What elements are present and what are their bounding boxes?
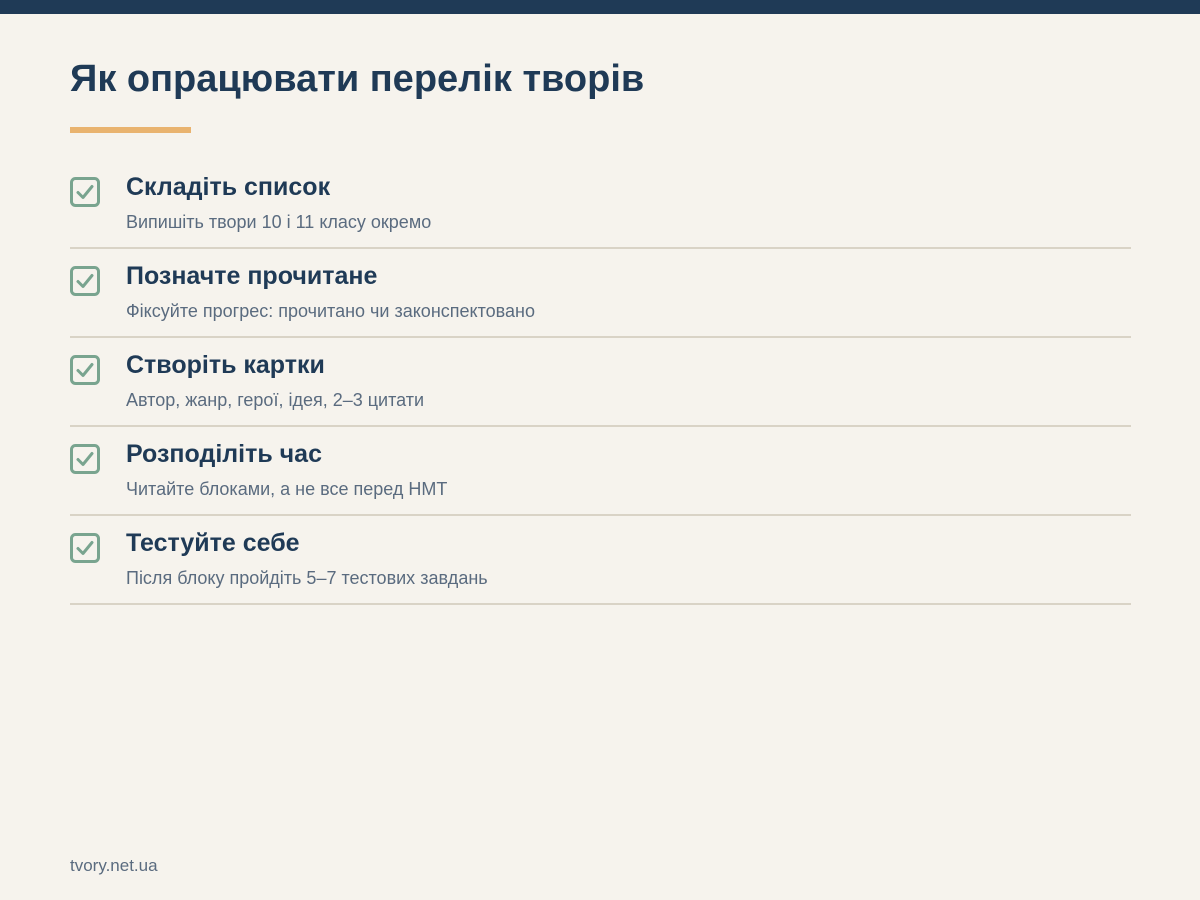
checklist-item-description: Автор, жанр, герої, ідея, 2–3 цитати [126, 390, 425, 410]
checklist-item-title: Створіть картки [126, 351, 325, 379]
checkbox-checked-icon [70, 177, 100, 207]
checklist-item-title: Тестуйте себе [126, 529, 300, 557]
top-bar [0, 0, 1200, 14]
checklist-item-title: Складіть список [126, 173, 331, 201]
checkbox-checked-icon [70, 533, 100, 563]
checklist-item-title: Розподіліть час [126, 440, 322, 468]
checklist-item: Позначте прочитане Фіксуйте прогрес: про… [70, 249, 1131, 338]
title-accent-line [70, 127, 191, 133]
page-title: Як опрацювати перелік творів [70, 58, 645, 100]
checklist-item-description: Випишіть твори 10 і 11 класу окремо [126, 212, 432, 232]
checklist-item: Складіть список Випишіть твори 10 і 11 к… [70, 160, 1131, 249]
checkbox-checked-icon [70, 355, 100, 385]
checklist-item-description: Після блоку пройдіть 5–7 тестових завдан… [126, 568, 488, 588]
checklist-item: Створіть картки Автор, жанр, герої, ідея… [70, 338, 1131, 427]
checkbox-checked-icon [70, 266, 100, 296]
footer-site-name: tvory.net.ua [70, 856, 158, 875]
checklist-item: Тестуйте себе Після блоку пройдіть 5–7 т… [70, 516, 1131, 605]
checklist-item-title: Позначте прочитане [126, 262, 378, 290]
checklist-item: Розподіліть час Читайте блоками, а не вс… [70, 427, 1131, 516]
checkbox-checked-icon [70, 444, 100, 474]
checklist-item-description: Фіксуйте прогрес: прочитано чи законспек… [126, 301, 535, 321]
checklist: Складіть список Випишіть твори 10 і 11 к… [70, 160, 1131, 605]
checklist-item-description: Читайте блоками, а не все перед НМТ [126, 479, 448, 499]
